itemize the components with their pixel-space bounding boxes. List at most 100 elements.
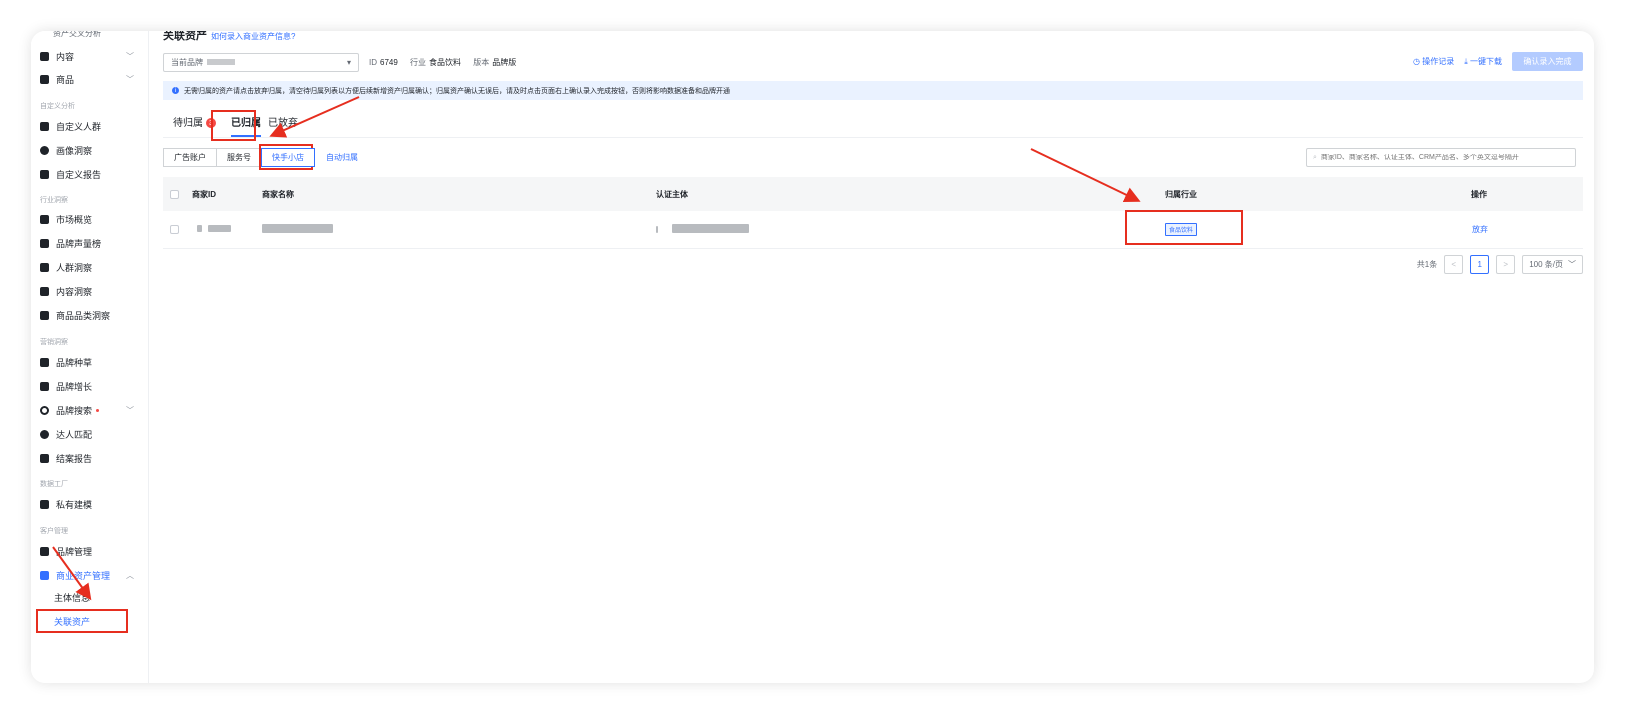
sidebar-item-modeling[interactable]: 私有建模 [31,493,149,515]
abandon-link[interactable]: 放弃 [1472,224,1488,235]
search-icon: ⌕ [1313,153,1317,161]
confirm-entry-button[interactable]: 确认录入完成 [1512,52,1583,71]
table-row: 食品饮料 放弃 [163,211,1583,249]
sidebar-item-product[interactable]: 商品 ﹀ [31,68,149,90]
col-merchant-name: 商家名称 [262,189,294,199]
sidebar-item-brand-volume[interactable]: 品牌声量榜 [31,232,149,254]
sidebar-item-custom-report[interactable]: 自定义报告 [31,163,149,185]
help-link[interactable]: 如何录入商业资产信息? [211,32,295,41]
sidebar-item-category[interactable]: 商品品类洞察 [31,304,149,326]
segment-kuaishou-store[interactable]: 快手小店 [261,148,315,167]
sidebar-item-label: 品牌增长 [56,381,93,392]
sidebar-item-label: 自定义人群 [56,121,102,132]
sidebar-item-label: 商品 [56,74,75,85]
growth-icon [40,381,49,391]
sidebar-item-market[interactable]: 市场概览 [31,208,149,230]
search-input[interactable] [1320,154,1571,161]
asset-manage-icon [40,570,49,580]
brand-volume-icon [40,238,49,248]
sidebar-item-label: 内容 [56,51,75,62]
sidebar-item-seeding[interactable]: 品牌种草 [31,351,149,373]
id-label: ID [369,57,377,67]
tab-abandoned[interactable]: 已放弃 [266,114,303,137]
annotation-box-industry [1125,210,1243,245]
report-icon [40,453,49,463]
product-icon [40,74,49,84]
row-checkbox[interactable] [170,225,179,234]
page-size-label: 100 条/页 [1529,260,1563,269]
caret-down-icon: ▾ [346,57,351,67]
merchant-name-blurred [262,224,333,235]
brand-meta: ID 6749 行业 食品饮料 版本 品牌版 [369,57,526,68]
pagination: 共1条 < 1 > 100 条/页 ﹀ [1417,255,1583,274]
segment-ad-account[interactable]: 广告账户 [163,148,217,167]
category-icon [40,310,49,320]
sidebar-item-growth[interactable]: 品牌增长 [31,375,149,397]
sidebar-item-label: 私有建模 [56,499,93,510]
sidebar-group-label: 自定义分析 [40,103,75,110]
sidebar-item-label: 品牌管理 [56,546,93,557]
auto-assign-link[interactable]: 自动归属 [314,148,358,167]
page-title: 关联资产 如何录入商业资产信息? [163,31,295,43]
col-merchant-id: 商家ID [192,189,216,199]
sidebar: 资产交叉分析 内容 ﹀ 商品 ﹀ 自定义分析 自定义人群 画像洞察 自定义报告 … [31,31,149,683]
tab-label: 待归属 [173,118,203,129]
version-value: 品牌版 [492,57,517,67]
chevron-down-icon: ﹀ [1568,260,1576,269]
sidebar-item-asset-manage[interactable]: 商业资产管理 ︿ [31,564,149,586]
sidebar-item-content[interactable]: 内容 ﹀ [31,45,149,67]
chevron-down-icon: ﹀ [126,405,134,415]
modeling-icon [40,499,49,509]
download-label: 一键下载 [1470,57,1502,66]
col-industry: 归属行业 [1165,189,1197,199]
chevron-down-icon: ﹀ [126,51,134,61]
prev-page-button[interactable]: < [1444,255,1464,274]
select-all-checkbox[interactable] [170,189,179,199]
segment-service-account[interactable]: 服务号 [216,148,262,167]
search-box[interactable]: ⌕ [1306,148,1576,167]
id-value: 6749 [380,57,398,67]
sidebar-group-label: 客户管理 [40,528,68,535]
sidebar-item-brand-search[interactable]: 品牌搜索 ﹀ [31,399,149,421]
blurred-brand-name [207,59,235,66]
sidebar-item-label: 结案报告 [56,453,93,464]
sidebar-item-content-insight[interactable]: 内容洞察 [31,280,149,302]
toolbar-actions: ◷ 操作记录 ⤓ 一键下载 确认录入完成 [1413,52,1583,71]
sidebar-item-label: 画像洞察 [56,145,93,156]
custom-report-icon [40,169,49,179]
sidebar-item-label: 品牌种草 [56,357,93,368]
sidebar-item-portrait[interactable]: 画像洞察 [31,139,149,161]
market-icon [40,214,49,224]
seeding-icon [40,357,49,367]
sidebar-item-brand-manage[interactable]: 品牌管理 [31,540,149,562]
content-insight-icon [40,286,49,296]
certified-entity-blurred [656,224,749,235]
sidebar-subitem-entity-info[interactable]: 主体信息 [54,591,90,604]
custom-crowd-icon [40,121,49,131]
sidebar-item-report[interactable]: 结案报告 [31,447,149,469]
brand-label: 当前品牌 [171,57,203,67]
portrait-icon [40,145,49,155]
brand-select[interactable]: 当前品牌 ▾ [163,52,359,72]
main-content: 关联资产 如何录入商业资产信息? 当前品牌 ▾ ID 6749 行业 食品饮料 版本品… [163,31,1583,683]
notice-text: 无需归属的资产请点击放弃归属，清空待归属列表以方便后续新增资产归属确认；归属资产… [184,87,730,95]
assets-table: 商家ID 商家名称 认证主体 归属行业 操作 食品饮料 放弃 [163,177,1583,249]
sidebar-item-label: 品牌搜索 [56,405,93,416]
page-size-select[interactable]: 100 条/页 ﹀ [1522,255,1583,274]
sidebar-group-label: 营销洞察 [40,339,68,346]
industry-label: 行业 [410,57,427,67]
search-icon [40,405,49,415]
sidebar-item-match[interactable]: 达人匹配 [31,423,149,445]
sidebar-group-label: 数据工厂 [40,481,68,488]
match-icon [40,429,49,439]
sidebar-item-crowd[interactable]: 人群洞察 [31,256,149,278]
next-page-button[interactable]: > [1496,255,1516,274]
sidebar-item-label: 市场概览 [56,214,93,225]
annotation-box-assigned-tab [211,110,256,141]
sidebar-top-partial: 资产交叉分析 [53,31,101,38]
download-link[interactable]: ⤓ 一键下载 [1464,56,1502,67]
page-button[interactable]: 1 [1470,255,1490,274]
sidebar-item-custom-crowd[interactable]: 自定义人群 [31,115,149,137]
asset-type-segmented: 广告账户 服务号 快手小店 自动归属 [163,148,358,167]
op-log-link[interactable]: ◷ 操作记录 [1413,56,1454,67]
